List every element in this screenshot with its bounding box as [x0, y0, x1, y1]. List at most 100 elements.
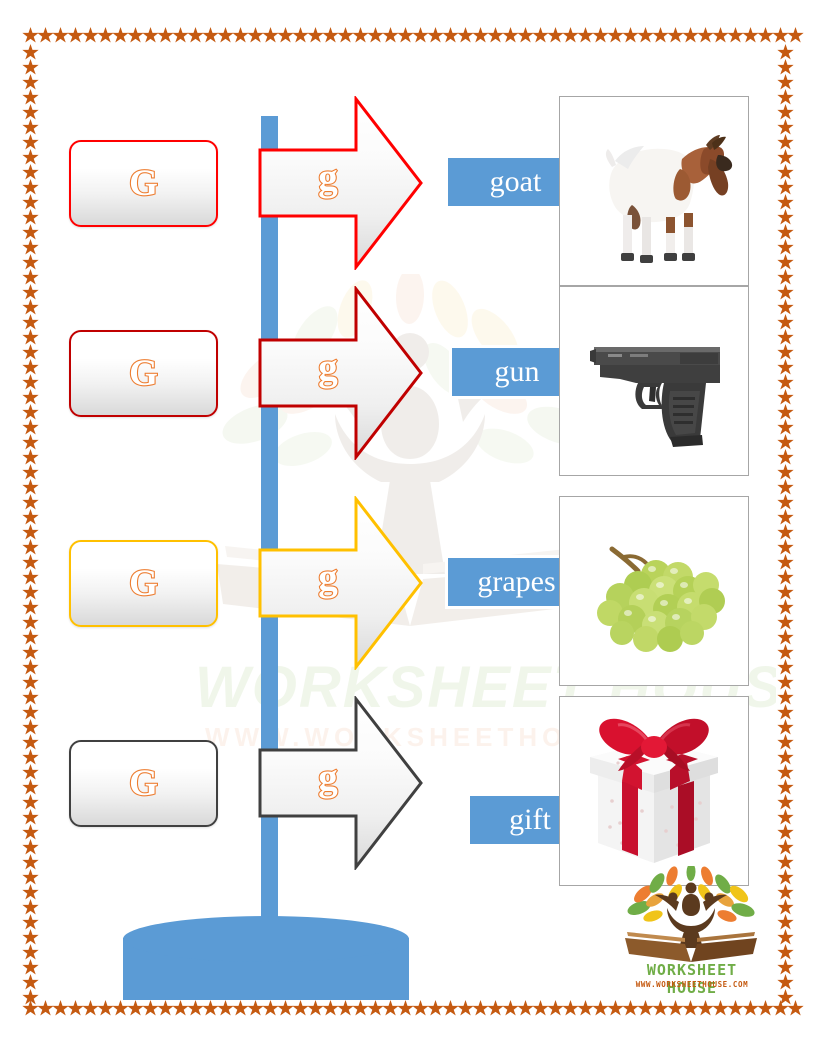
star-icon: [777, 644, 794, 660]
star-icon: [22, 254, 39, 270]
word-row: G g gun: [40, 286, 776, 486]
star-icon: [157, 27, 174, 43]
star-icon: [22, 494, 39, 510]
arrow-shape[interactable]: g: [258, 696, 424, 870]
star-icon: [22, 824, 39, 840]
star-icon: [442, 27, 459, 43]
star-icon: [532, 27, 549, 43]
star-icon: [22, 1000, 39, 1016]
star-icon: [187, 1000, 204, 1016]
star-icon: [607, 27, 624, 43]
arrow-shape[interactable]: g: [258, 496, 424, 670]
star-icon: [487, 1000, 504, 1016]
star-icon: [727, 1000, 744, 1016]
star-icon: [577, 27, 594, 43]
star-icon: [777, 74, 794, 90]
arrow-glyph: g: [317, 156, 339, 199]
star-icon: [757, 27, 774, 43]
pot-base: [123, 916, 409, 1000]
star-icon: [777, 914, 794, 930]
star-icon: [247, 27, 264, 43]
star-icon: [22, 269, 39, 285]
brand-logo: WORKSHEET HOUSE WWW.WORKSHEETHOUSE.COM: [617, 866, 767, 997]
star-icon: [777, 734, 794, 750]
star-icon: [22, 74, 39, 90]
star-icon: [777, 449, 794, 465]
star-icon: [22, 569, 39, 585]
star-icon: [777, 59, 794, 75]
star-icon: [697, 1000, 714, 1016]
star-icon: [217, 27, 234, 43]
star-icon: [777, 854, 794, 870]
star-icon: [412, 1000, 429, 1016]
star-icon: [22, 899, 39, 915]
star-icon: [777, 539, 794, 555]
star-icon: [22, 284, 39, 300]
star-icon: [777, 599, 794, 615]
star-icon: [777, 284, 794, 300]
star-icon: [727, 27, 744, 43]
arrow-glyph: g: [317, 756, 339, 799]
star-icon: [777, 209, 794, 225]
arrow-shape[interactable]: g: [258, 96, 424, 270]
goat-image: [560, 97, 748, 285]
star-icon: [22, 434, 39, 450]
star-icon: [517, 1000, 534, 1016]
star-icon: [547, 1000, 564, 1016]
star-icon: [22, 209, 39, 225]
grapes-image: [560, 497, 748, 685]
star-icon: [247, 1000, 264, 1016]
letter-card[interactable]: G: [69, 140, 218, 227]
star-icon: [307, 27, 324, 43]
star-icon: [777, 239, 794, 255]
star-icon: [777, 314, 794, 330]
worksheet-content: WORKSHEET HOUSE WWW.WORKSHEETHOUSE.COM G: [40, 44, 776, 1000]
star-icon: [22, 854, 39, 870]
star-icon: [777, 704, 794, 720]
star-icon: [322, 27, 339, 43]
star-icon: [172, 1000, 189, 1016]
star-icon: [262, 1000, 279, 1016]
star-icon: [667, 27, 684, 43]
star-icon: [487, 27, 504, 43]
star-icon: [232, 1000, 249, 1016]
letter-card[interactable]: G: [69, 740, 218, 827]
star-icon: [652, 27, 669, 43]
arrow-shape[interactable]: g: [258, 286, 424, 460]
star-icon: [777, 224, 794, 240]
letter-card[interactable]: G: [69, 540, 218, 627]
star-icon: [667, 1000, 684, 1016]
star-icon: [777, 974, 794, 990]
letter-card[interactable]: G: [69, 330, 218, 417]
star-icon: [777, 794, 794, 810]
star-icon: [22, 539, 39, 555]
star-icon: [277, 1000, 294, 1016]
star-icon: [592, 27, 609, 43]
star-icon: [22, 89, 39, 105]
star-icon: [427, 1000, 444, 1016]
word-label-text: grapes: [477, 565, 556, 598]
star-icon: [637, 27, 654, 43]
star-icon: [777, 569, 794, 585]
star-icon: [127, 1000, 144, 1016]
gun-image: [560, 287, 748, 475]
star-icon: [777, 269, 794, 285]
star-icon: [22, 914, 39, 930]
star-icon: [202, 1000, 219, 1016]
star-icon: [637, 1000, 654, 1016]
star-icon: [22, 179, 39, 195]
star-icon: [22, 734, 39, 750]
star-icon: [787, 27, 804, 43]
star-icon: [262, 27, 279, 43]
star-icon: [367, 27, 384, 43]
star-icon: [22, 389, 39, 405]
star-icon: [777, 134, 794, 150]
letter-card-glyph: G: [128, 563, 159, 604]
star-icon: [157, 1000, 174, 1016]
star-icon: [22, 614, 39, 630]
star-icon: [22, 59, 39, 75]
star-icon: [22, 749, 39, 765]
star-icon: [777, 494, 794, 510]
star-icon: [777, 359, 794, 375]
star-icon: [622, 27, 639, 43]
